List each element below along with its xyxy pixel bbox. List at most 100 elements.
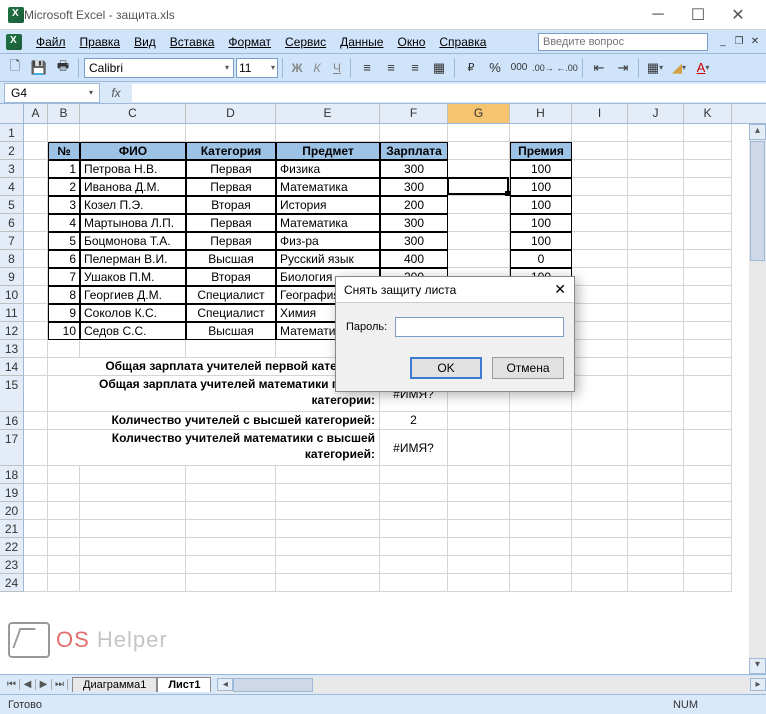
cell-J23[interactable] — [628, 556, 684, 574]
cell-C21[interactable] — [80, 520, 186, 538]
row-header-12[interactable]: 12 — [0, 322, 24, 340]
cell-E21[interactable] — [276, 520, 380, 538]
cell-B4[interactable]: 2 — [48, 178, 80, 196]
formula-input[interactable] — [132, 84, 766, 102]
cell-I1[interactable] — [572, 124, 628, 142]
cell-B1[interactable] — [48, 124, 80, 142]
menu-format[interactable]: Формат — [222, 33, 277, 51]
cell-A2[interactable] — [24, 142, 48, 160]
font-select[interactable]: Calibri▾ — [84, 58, 234, 78]
cell-I21[interactable] — [572, 520, 628, 538]
cell-C8[interactable]: Пелерман В.И. — [80, 250, 186, 268]
cell-C7[interactable]: Боцмонова Т.А. — [80, 232, 186, 250]
cell-D3[interactable]: Первая — [186, 160, 276, 178]
cell-I14[interactable] — [572, 358, 628, 376]
cell-H22[interactable] — [510, 538, 572, 556]
cell-G19[interactable] — [448, 484, 510, 502]
row-header-21[interactable]: 21 — [0, 520, 24, 538]
cell-K8[interactable] — [684, 250, 732, 268]
cell-E4[interactable]: Математика — [276, 178, 380, 196]
cell-H17[interactable] — [510, 430, 572, 466]
cell-A10[interactable] — [24, 286, 48, 304]
row-header-18[interactable]: 18 — [0, 466, 24, 484]
cell-D8[interactable]: Высшая — [186, 250, 276, 268]
borders-button[interactable]: ▦▾ — [644, 57, 666, 79]
cell-I22[interactable] — [572, 538, 628, 556]
cell-B7[interactable]: 5 — [48, 232, 80, 250]
cell-F22[interactable] — [380, 538, 448, 556]
tab-last-icon[interactable]: ⏭ — [52, 679, 68, 690]
cell-B21[interactable] — [48, 520, 80, 538]
cell-E8[interactable]: Русский язык — [276, 250, 380, 268]
cell-I19[interactable] — [572, 484, 628, 502]
cell-F18[interactable] — [380, 466, 448, 484]
row-header-1[interactable]: 1 — [0, 124, 24, 142]
cancel-button[interactable]: Отмена — [492, 357, 564, 379]
cell-H21[interactable] — [510, 520, 572, 538]
cell-D19[interactable] — [186, 484, 276, 502]
cell-K21[interactable] — [684, 520, 732, 538]
row-header-22[interactable]: 22 — [0, 538, 24, 556]
cell-J3[interactable] — [628, 160, 684, 178]
cell-H16[interactable] — [510, 412, 572, 430]
row-header-16[interactable]: 16 — [0, 412, 24, 430]
cell-J7[interactable] — [628, 232, 684, 250]
cell-A20[interactable] — [24, 502, 48, 520]
cell-D12[interactable]: Высшая — [186, 322, 276, 340]
col-header-C[interactable]: C — [80, 104, 186, 123]
cell-H6[interactable]: 100 — [510, 214, 572, 232]
new-button[interactable]: 🗋 — [4, 57, 26, 79]
cell-C23[interactable] — [80, 556, 186, 574]
cell-I2[interactable] — [572, 142, 628, 160]
cell-J14[interactable] — [628, 358, 684, 376]
menu-insert[interactable]: Вставка — [164, 33, 221, 51]
cell-F8[interactable]: 400 — [380, 250, 448, 268]
cell-B24[interactable] — [48, 574, 80, 592]
cell-K3[interactable] — [684, 160, 732, 178]
thousands-button[interactable]: 000 — [508, 57, 530, 79]
menu-help[interactable]: Справка — [433, 33, 492, 51]
cell-I10[interactable] — [572, 286, 628, 304]
align-center-button[interactable]: ≡ — [380, 57, 402, 79]
sheet-tab-1[interactable]: Лист1 — [157, 677, 211, 692]
cell-F19[interactable] — [380, 484, 448, 502]
cell-G22[interactable] — [448, 538, 510, 556]
cell-K16[interactable] — [684, 412, 732, 430]
cell-C9[interactable]: Ушаков П.М. — [80, 268, 186, 286]
cell-H8[interactable]: 0 — [510, 250, 572, 268]
cell-G18[interactable] — [448, 466, 510, 484]
cell-A19[interactable] — [24, 484, 48, 502]
menu-service[interactable]: Сервис — [279, 33, 332, 51]
cell-C13[interactable] — [80, 340, 186, 358]
cell-H7[interactable]: 100 — [510, 232, 572, 250]
cell-K7[interactable] — [684, 232, 732, 250]
cell-A24[interactable] — [24, 574, 48, 592]
scroll-right-icon[interactable]: ▸ — [750, 678, 766, 691]
row-header-23[interactable]: 23 — [0, 556, 24, 574]
tab-prev-icon[interactable]: ◀ — [20, 679, 36, 690]
dialog-close-icon[interactable]: ✕ — [554, 281, 566, 298]
cell-D11[interactable]: Специалист — [186, 304, 276, 322]
cell-B2[interactable]: № — [48, 142, 80, 160]
cell-I5[interactable] — [572, 196, 628, 214]
col-header-K[interactable]: K — [684, 104, 732, 123]
cell-B22[interactable] — [48, 538, 80, 556]
cell-D7[interactable]: Первая — [186, 232, 276, 250]
cell-A13[interactable] — [24, 340, 48, 358]
menu-view[interactable]: Вид — [128, 33, 162, 51]
cell-A14[interactable] — [24, 358, 48, 376]
cell-F24[interactable] — [380, 574, 448, 592]
cell-E23[interactable] — [276, 556, 380, 574]
cell-J22[interactable] — [628, 538, 684, 556]
cell-B8[interactable]: 6 — [48, 250, 80, 268]
menu-window[interactable]: Окно — [391, 33, 431, 51]
cell-B10[interactable]: 8 — [48, 286, 80, 304]
cell-A11[interactable] — [24, 304, 48, 322]
cell-K1[interactable] — [684, 124, 732, 142]
cell-A6[interactable] — [24, 214, 48, 232]
cell-A5[interactable] — [24, 196, 48, 214]
cell-B17[interactable]: Количество учителей математики с высшей … — [48, 430, 380, 466]
cell-D24[interactable] — [186, 574, 276, 592]
cell-C18[interactable] — [80, 466, 186, 484]
cell-G16[interactable] — [448, 412, 510, 430]
